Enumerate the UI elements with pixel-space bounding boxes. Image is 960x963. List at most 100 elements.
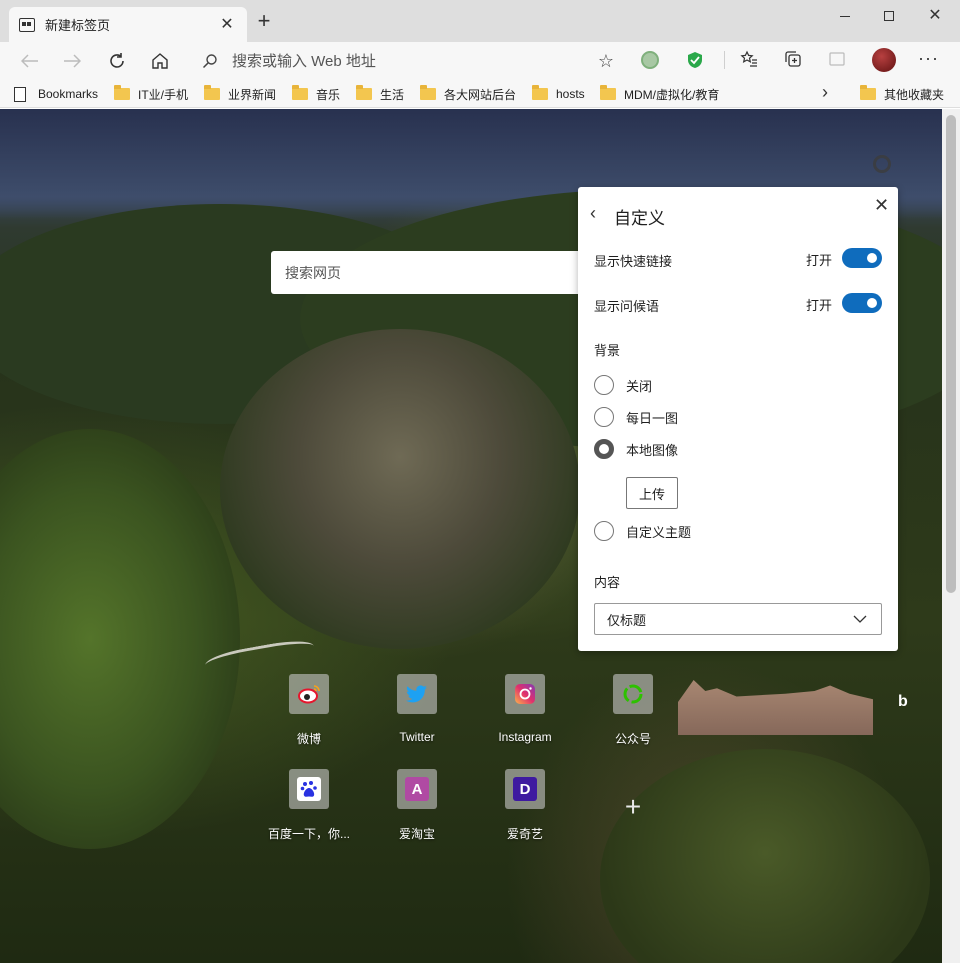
bookmark-label: Bookmarks bbox=[38, 87, 99, 101]
close-window-button[interactable]: ✕ bbox=[913, 5, 957, 27]
bookmark-label: IT业/手机 bbox=[138, 87, 188, 102]
quick-link-label: 爱淘宝 bbox=[398, 827, 435, 841]
content-heading: 内容 bbox=[594, 575, 621, 590]
minimize-button[interactable] bbox=[823, 5, 867, 27]
letter-d-icon: D bbox=[505, 769, 545, 809]
quick-link[interactable]: D 爱奇艺 bbox=[475, 769, 575, 842]
quick-link-label: Instagram bbox=[498, 730, 552, 744]
show-greeting-toggle[interactable] bbox=[842, 293, 882, 313]
quick-link[interactable]: A 爱淘宝 bbox=[367, 769, 467, 842]
baidu-icon bbox=[289, 769, 329, 809]
bing-logo-icon[interactable]: b bbox=[898, 693, 908, 711]
wechat-icon bbox=[613, 674, 653, 714]
bookmark-folder[interactable]: 音乐 bbox=[292, 85, 340, 103]
title-bar: 新建标签页 ✕ + ✕ bbox=[0, 0, 960, 42]
radio-button-selected[interactable] bbox=[594, 439, 614, 459]
mountain-ridge bbox=[600, 749, 930, 963]
toggle-state-label: 打开 bbox=[806, 298, 833, 313]
background-option-off[interactable]: 关闭 bbox=[594, 375, 652, 395]
home-icon[interactable] bbox=[148, 49, 172, 73]
folder-icon bbox=[860, 85, 876, 100]
close-icon[interactable]: ✕ bbox=[874, 195, 889, 216]
extension-icon[interactable] bbox=[641, 51, 659, 69]
collections-icon[interactable] bbox=[784, 50, 802, 68]
show-quick-links-toggle[interactable] bbox=[842, 248, 882, 268]
vertical-scrollbar[interactable] bbox=[942, 109, 960, 963]
bookmark-folder[interactable]: 各大网站后台 bbox=[420, 85, 516, 103]
radio-button[interactable] bbox=[594, 521, 614, 541]
toolbar-divider bbox=[724, 51, 725, 69]
bookmark-label: 生活 bbox=[380, 87, 405, 102]
background-option-theme[interactable]: 自定义主题 bbox=[594, 521, 691, 541]
bookmark-folder[interactable]: 其他收藏夹 bbox=[860, 85, 944, 103]
chevron-right-icon[interactable]: › bbox=[822, 82, 828, 103]
background-option-daily[interactable]: 每日一图 bbox=[594, 407, 678, 427]
content-select[interactable]: 仅标题 bbox=[594, 603, 882, 635]
profile-avatar[interactable] bbox=[872, 48, 896, 72]
bookmark-item[interactable]: Bookmarks bbox=[14, 85, 98, 103]
new-tab-page-icon bbox=[19, 17, 35, 32]
quick-link[interactable]: 公众号 bbox=[583, 674, 683, 747]
upload-button[interactable]: 上传 bbox=[626, 477, 678, 509]
quick-link-label: Twitter bbox=[399, 730, 435, 744]
bookmark-folder[interactable]: 业界新闻 bbox=[204, 85, 276, 103]
bookmark-folder[interactable]: MDM/虚拟化/教育 bbox=[600, 85, 719, 103]
chevron-down-icon bbox=[853, 612, 867, 629]
shield-extension-icon[interactable] bbox=[686, 51, 704, 69]
close-tab-icon[interactable]: ✕ bbox=[217, 16, 237, 33]
quick-link[interactable]: 微博 bbox=[259, 674, 359, 747]
radio-button[interactable] bbox=[594, 375, 614, 395]
tile-letter: A bbox=[405, 777, 429, 801]
bookmarks-bar: Bookmarks IT业/手机 业界新闻 音乐 生活 各大网站后台 hosts… bbox=[0, 80, 960, 108]
more-options-icon[interactable]: ··· bbox=[918, 48, 939, 69]
tab-new-tab[interactable]: 新建标签页 ✕ bbox=[9, 7, 247, 42]
settings-gear-icon[interactable] bbox=[873, 155, 891, 173]
favorite-star-icon[interactable]: ☆ bbox=[598, 51, 614, 72]
quick-link-label: 微博 bbox=[296, 732, 321, 746]
new-tab-button[interactable]: + bbox=[252, 10, 276, 34]
radio-button[interactable] bbox=[594, 407, 614, 427]
back-chevron-icon[interactable]: ‹ bbox=[590, 203, 596, 224]
bookmark-label: 音乐 bbox=[316, 87, 341, 102]
tab-title: 新建标签页 bbox=[45, 18, 111, 33]
web-search-box[interactable] bbox=[271, 251, 591, 294]
bookmark-folder[interactable]: IT业/手机 bbox=[114, 85, 188, 103]
navigation-bar: ☆ bbox=[0, 42, 960, 80]
web-search-input[interactable] bbox=[285, 264, 575, 281]
maximize-button[interactable] bbox=[867, 5, 911, 27]
radio-label: 每日一图 bbox=[626, 410, 679, 426]
scrollbar-thumb[interactable] bbox=[946, 115, 956, 593]
weibo-icon bbox=[289, 674, 329, 714]
mountain-ridge bbox=[0, 429, 240, 849]
quick-link[interactable]: 百度一下，你... bbox=[259, 769, 359, 842]
address-input[interactable] bbox=[232, 52, 592, 70]
bookmark-folder[interactable]: 生活 bbox=[356, 85, 404, 103]
add-quick-link-button[interactable]: + bbox=[619, 793, 647, 821]
quick-link[interactable]: Instagram bbox=[475, 674, 575, 744]
twitter-icon bbox=[397, 674, 437, 714]
folder-icon bbox=[292, 85, 308, 100]
quick-link-label: 百度一下，你... bbox=[267, 827, 350, 841]
address-bar[interactable]: ☆ bbox=[188, 46, 626, 76]
bookmark-folder[interactable]: hosts bbox=[532, 85, 585, 103]
show-greeting-label: 显示问候语 bbox=[594, 299, 660, 314]
sidebar-icon[interactable] bbox=[828, 50, 846, 68]
show-quick-links-label: 显示快速链接 bbox=[594, 254, 673, 269]
folder-icon bbox=[356, 85, 372, 100]
bookmark-label: hosts bbox=[556, 87, 585, 101]
page-icon bbox=[14, 86, 26, 102]
favorites-icon[interactable] bbox=[740, 50, 758, 68]
tile-letter: D bbox=[513, 777, 537, 801]
folder-icon bbox=[204, 85, 220, 100]
forward-arrow-icon[interactable] bbox=[60, 49, 84, 73]
background-option-local[interactable]: 本地图像 bbox=[594, 439, 678, 459]
refresh-icon[interactable] bbox=[105, 49, 129, 73]
folder-icon bbox=[420, 85, 436, 100]
back-arrow-icon[interactable] bbox=[18, 49, 42, 73]
background-heading: 背景 bbox=[594, 343, 621, 358]
customize-panel: ‹ 自定义 ✕ 显示快速链接 打开 显示问候语 打开 背景 关闭 每日一图 本地… bbox=[578, 187, 898, 651]
bookmark-label: 业界新闻 bbox=[228, 87, 277, 102]
quick-link[interactable]: Twitter bbox=[367, 674, 467, 744]
bookmark-label: 各大网站后台 bbox=[444, 87, 517, 102]
quick-link-label: 爱奇艺 bbox=[506, 827, 543, 841]
